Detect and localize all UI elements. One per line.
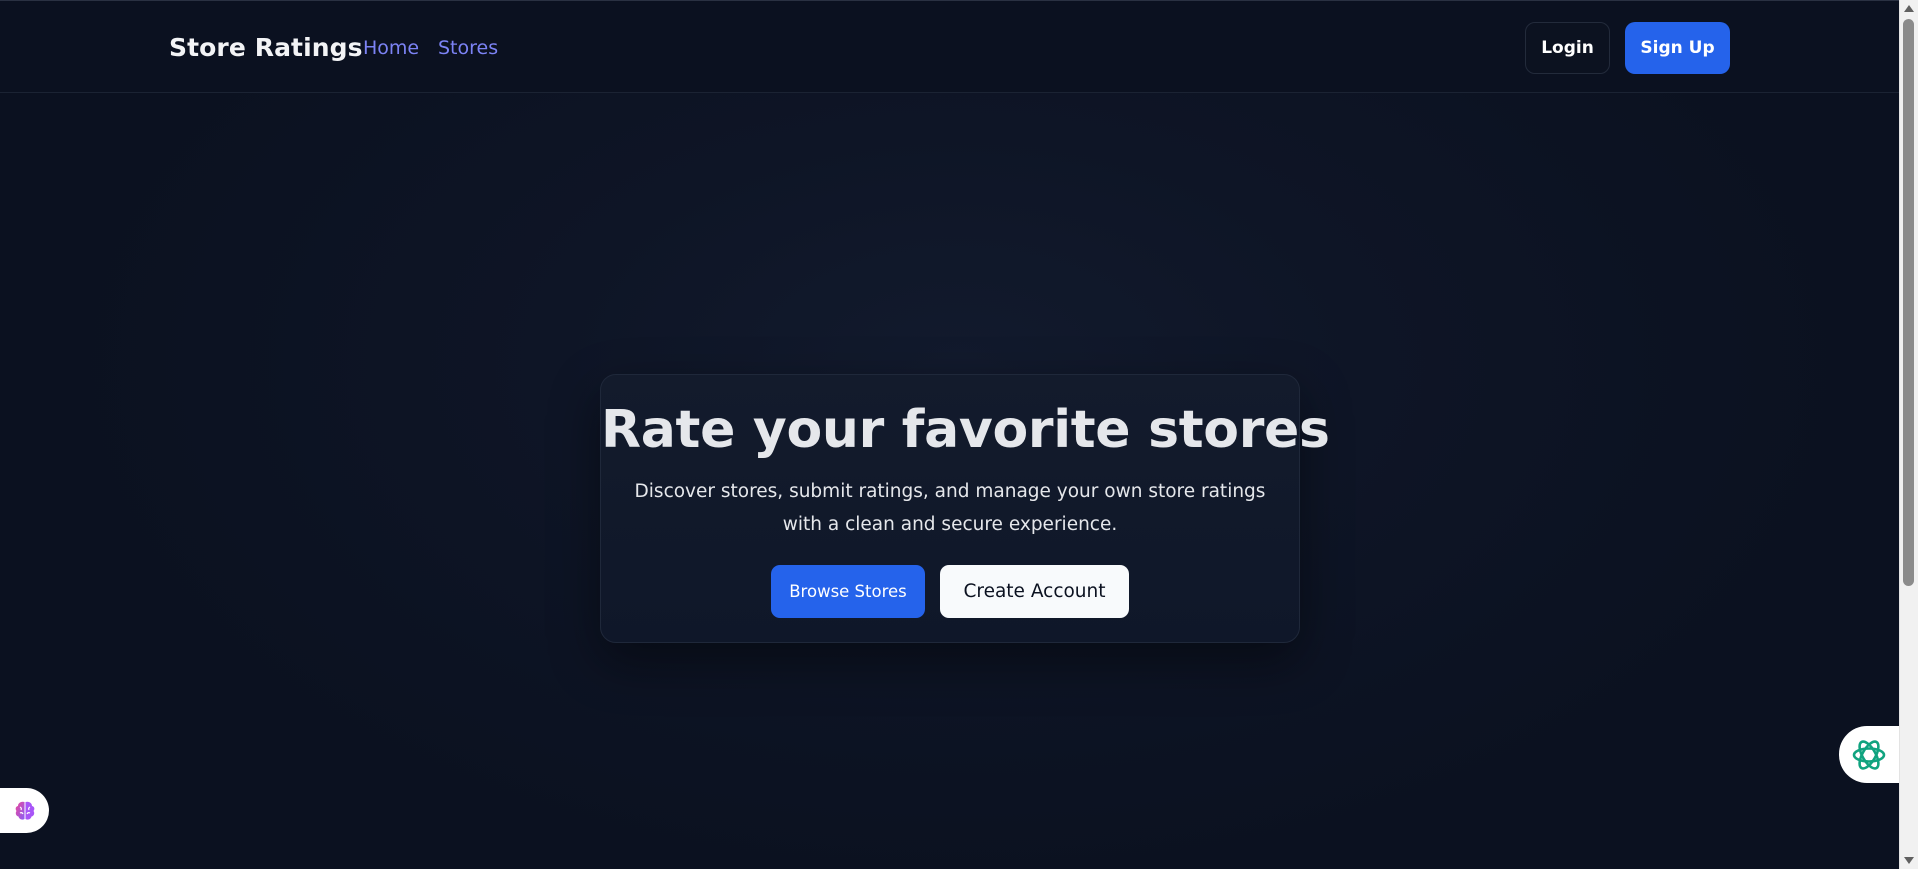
triangle-down-icon (1904, 857, 1914, 864)
create-account-button[interactable]: Create Account (940, 565, 1129, 618)
brain-widget-button[interactable] (0, 788, 49, 833)
triangle-up-icon (1904, 5, 1914, 12)
vertical-scrollbar[interactable] (1899, 0, 1918, 869)
ai-assistant-icon (1852, 739, 1886, 770)
nav-stores-link[interactable]: Stores (438, 35, 498, 61)
top-navbar: Store Ratings Home Stores Login Sign Up (0, 0, 1899, 93)
signup-button[interactable]: Sign Up (1625, 22, 1730, 74)
hero-subtitle: Discover stores, submit ratings, and man… (634, 481, 1266, 535)
login-button[interactable]: Login (1525, 22, 1610, 74)
hero-title: Rate your favorite stores (601, 400, 1330, 460)
hero-card: Rate your favorite stores Discover store… (600, 374, 1330, 643)
nav-home-link[interactable]: Home (363, 35, 419, 61)
scroll-down-arrow[interactable] (1900, 852, 1918, 869)
ai-assistant-widget-button[interactable] (1839, 726, 1899, 783)
scroll-up-arrow[interactable] (1900, 0, 1918, 17)
scrollbar-thumb[interactable] (1903, 19, 1914, 586)
brain-icon (15, 801, 34, 820)
brand-logo[interactable]: Store Ratings (169, 31, 363, 65)
page: Store Ratings Home Stores Login Sign Up … (0, 0, 1918, 869)
browse-stores-button[interactable]: Browse Stores (771, 565, 925, 618)
